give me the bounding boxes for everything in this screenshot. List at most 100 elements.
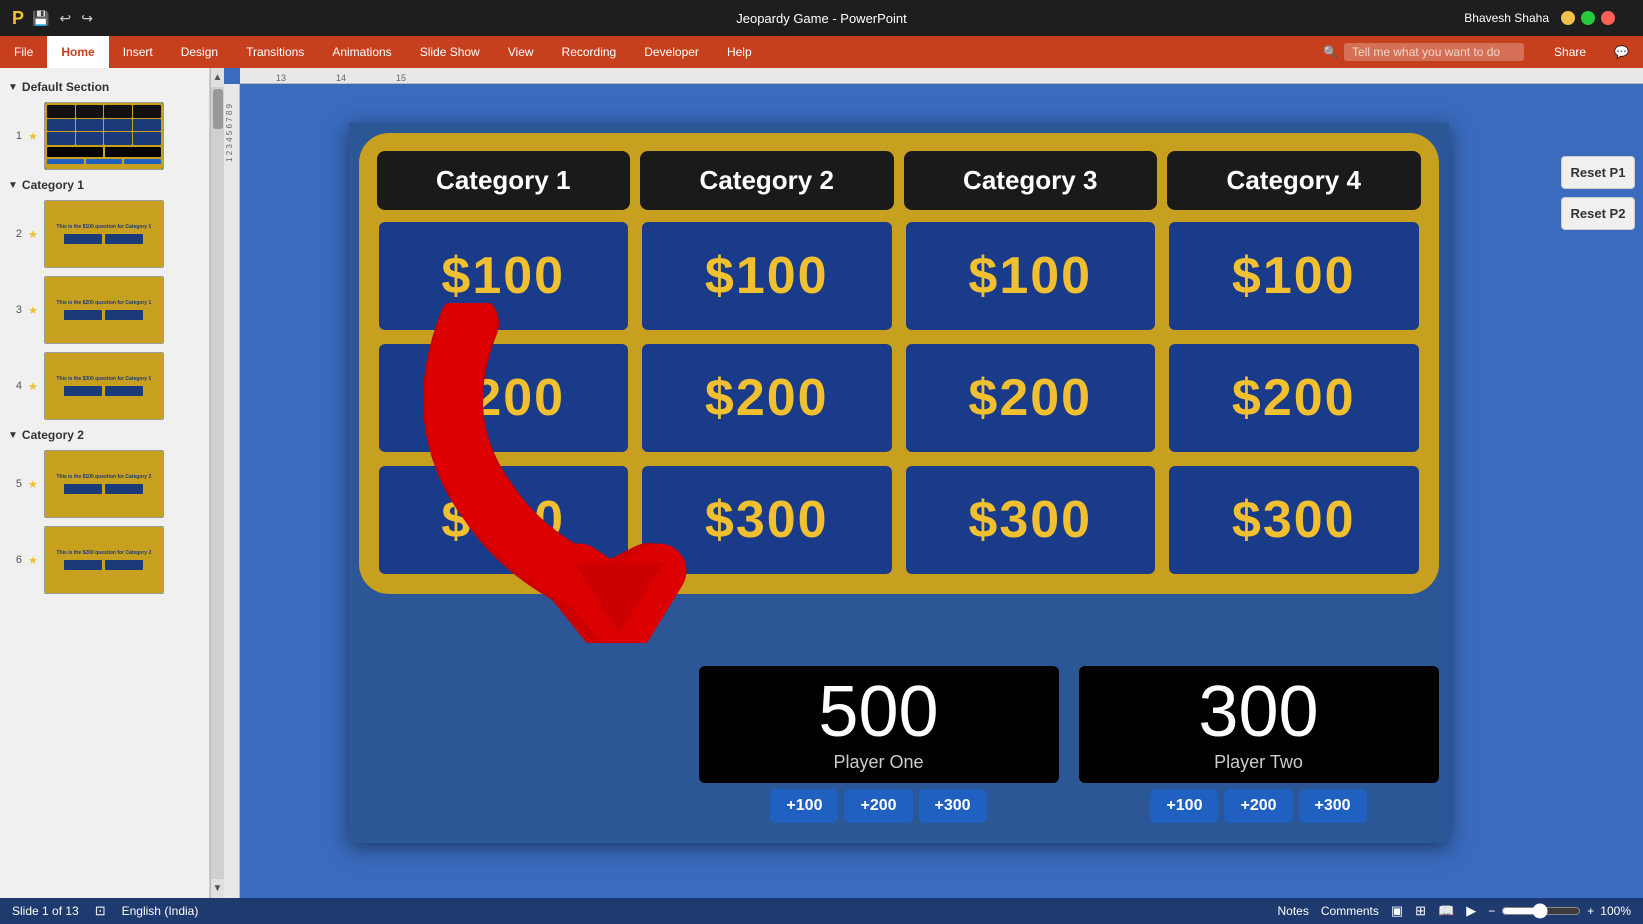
- tab-animations[interactable]: Animations: [318, 36, 405, 68]
- price-cell-cat1-200[interactable]: $200: [377, 342, 631, 454]
- price-cell-cat4-200[interactable]: $200: [1167, 342, 1421, 454]
- tab-slideshow[interactable]: Slide Show: [406, 36, 494, 68]
- player-2-score-box: 300 Player Two: [1079, 666, 1439, 783]
- slideshow-icon[interactable]: ▶: [1466, 903, 1476, 919]
- ruler-mark-14: 14: [336, 73, 346, 83]
- section-cat2-arrow: ▼: [8, 430, 18, 441]
- scroll-thumb[interactable]: [213, 89, 223, 129]
- sidebar-scrollbar[interactable]: ▲ ▼: [210, 68, 224, 898]
- tab-file[interactable]: File: [0, 36, 47, 68]
- tab-help[interactable]: Help: [713, 36, 766, 68]
- price-cell-cat3-100[interactable]: $100: [904, 220, 1158, 332]
- slide-6-row[interactable]: 6 ★ This is the $200 question for Catego…: [0, 522, 209, 598]
- price-cell-cat3-300[interactable]: $300: [904, 464, 1158, 576]
- user-name: Bhavesh Shaha: [1464, 11, 1549, 25]
- save-icon[interactable]: 💾: [32, 10, 49, 27]
- player-1-btn-200[interactable]: +200: [844, 789, 912, 823]
- tab-transitions[interactable]: Transitions: [232, 36, 318, 68]
- slide-6-thumb[interactable]: This is the $200 question for Category 2: [44, 526, 164, 594]
- price-cell-cat2-200[interactable]: $200: [640, 342, 894, 454]
- section-cat2-label: Category 2: [22, 428, 84, 442]
- tab-developer[interactable]: Developer: [630, 36, 713, 68]
- section-cat1-label: Category 1: [22, 178, 84, 192]
- slide-content: Category 1 Category 2 Category 3 Categor…: [349, 123, 1449, 843]
- player-2-btn-300[interactable]: +300: [1299, 789, 1367, 823]
- tab-design[interactable]: Design: [167, 36, 232, 68]
- price-cell-cat2-100[interactable]: $100: [640, 220, 894, 332]
- slide-3-thumb[interactable]: This is the $200 question for Category 1: [44, 276, 164, 344]
- zoom-in-icon[interactable]: +: [1587, 904, 1594, 918]
- titlebar-quick-access: 💾 ↩ ↪: [32, 10, 93, 27]
- ruler-vmark-9: 9: [225, 104, 234, 108]
- section-cat2[interactable]: ▼ Category 2: [0, 424, 209, 446]
- comments-button[interactable]: 💬: [1600, 36, 1643, 68]
- search-input[interactable]: [1344, 43, 1524, 61]
- price-cell-cat3-200[interactable]: $200: [904, 342, 1158, 454]
- player-2-btn-200[interactable]: +200: [1224, 789, 1292, 823]
- ruler-mark-15: 15: [396, 73, 406, 83]
- jeopardy-board: Category 1 Category 2 Category 3 Categor…: [359, 133, 1439, 594]
- price-cell-cat1-100[interactable]: $100: [377, 220, 631, 332]
- ruler-vmark-3: 3: [225, 144, 234, 148]
- share-button[interactable]: Share: [1540, 36, 1600, 68]
- section-default[interactable]: ▼ Default Section: [0, 76, 209, 98]
- price-cell-cat2-300[interactable]: $300: [640, 464, 894, 576]
- slide-6-star: ★: [28, 554, 38, 567]
- tab-view[interactable]: View: [494, 36, 548, 68]
- normal-view-icon[interactable]: ▣: [1391, 903, 1403, 919]
- scroll-track[interactable]: [211, 87, 224, 879]
- redo-icon[interactable]: ↪: [81, 10, 93, 27]
- slide-5-row[interactable]: 5 ★ This is the $100 question for Catego…: [0, 446, 209, 522]
- fit-slide-icon[interactable]: ⊡: [95, 903, 106, 919]
- slide-2-row[interactable]: 2 ★ This is the $100 question for Catego…: [0, 196, 209, 272]
- player-1-btn-100[interactable]: +100: [770, 789, 838, 823]
- zoom-slider[interactable]: [1501, 903, 1581, 919]
- minimize-button[interactable]: [1561, 11, 1575, 25]
- maximize-button[interactable]: [1581, 11, 1595, 25]
- zoom-out-icon[interactable]: −: [1488, 904, 1495, 918]
- jeopardy-grid: Category 1 Category 2 Category 3 Categor…: [377, 151, 1421, 576]
- player-2-btn-100[interactable]: +100: [1150, 789, 1218, 823]
- slide-3-row[interactable]: 3 ★ This is the $200 question for Catego…: [0, 272, 209, 348]
- slide-2-star: ★: [28, 228, 38, 241]
- close-button[interactable]: [1601, 11, 1615, 25]
- reading-view-icon[interactable]: 📖: [1438, 903, 1454, 919]
- slide-1-thumb[interactable]: [44, 102, 164, 170]
- statusbar: Slide 1 of 13 ⊡ English (India) Notes Co…: [0, 898, 1643, 924]
- reset-p1-button[interactable]: Reset P1: [1561, 156, 1635, 189]
- tab-recording[interactable]: Recording: [548, 36, 631, 68]
- slide-1-row[interactable]: 1 ★: [0, 98, 209, 174]
- slide-2-thumb[interactable]: This is the $100 question for Category 1: [44, 200, 164, 268]
- slide-1-star: ★: [28, 130, 38, 143]
- comments-button[interactable]: Comments: [1321, 904, 1379, 918]
- undo-icon[interactable]: ↩: [59, 10, 71, 27]
- scroll-down-arrow[interactable]: ▼: [213, 879, 223, 898]
- ruler-vmark-2: 2: [225, 151, 234, 155]
- section-cat1[interactable]: ▼ Category 1: [0, 174, 209, 196]
- tab-home[interactable]: Home: [47, 36, 108, 68]
- slide-4-row[interactable]: 4 ★ This is the $300 question for Catego…: [0, 348, 209, 424]
- slide-5-thumb[interactable]: This is the $100 question for Category 2: [44, 450, 164, 518]
- right-panel: Reset P1 Reset P2: [1553, 148, 1643, 238]
- slide-5-star: ★: [28, 478, 38, 491]
- category-4-header: Category 4: [1167, 151, 1421, 210]
- player-1-btn-300[interactable]: +300: [919, 789, 987, 823]
- player-2-buttons: +100 +200 +300: [1150, 789, 1366, 823]
- price-cell-cat4-300[interactable]: $300: [1167, 464, 1421, 576]
- section-arrow: ▼: [8, 82, 18, 93]
- slide-2-num: 2: [8, 228, 22, 240]
- price-cell-cat1-300[interactable]: $300: [377, 464, 631, 576]
- slide-3-star: ★: [28, 304, 38, 317]
- player-2-panel: 300 Player Two +100 +200 +300: [1079, 666, 1439, 823]
- canvas-area: 13 14 15 1 2 3 4 5 6 7 8 9: [224, 68, 1643, 898]
- ruler-vmark-1: 1: [225, 158, 234, 162]
- notes-button[interactable]: Notes: [1278, 904, 1309, 918]
- scroll-up-arrow[interactable]: ▲: [213, 68, 223, 87]
- slide-sorter-icon[interactable]: ⊞: [1415, 903, 1426, 919]
- main-layout: ▼ Default Section 1 ★: [0, 68, 1643, 898]
- price-cell-cat4-100[interactable]: $100: [1167, 220, 1421, 332]
- reset-p2-button[interactable]: Reset P2: [1561, 197, 1635, 230]
- slides-panel: ▼ Default Section 1 ★: [0, 68, 210, 898]
- slide-4-thumb[interactable]: This is the $300 question for Category 1: [44, 352, 164, 420]
- tab-insert[interactable]: Insert: [109, 36, 167, 68]
